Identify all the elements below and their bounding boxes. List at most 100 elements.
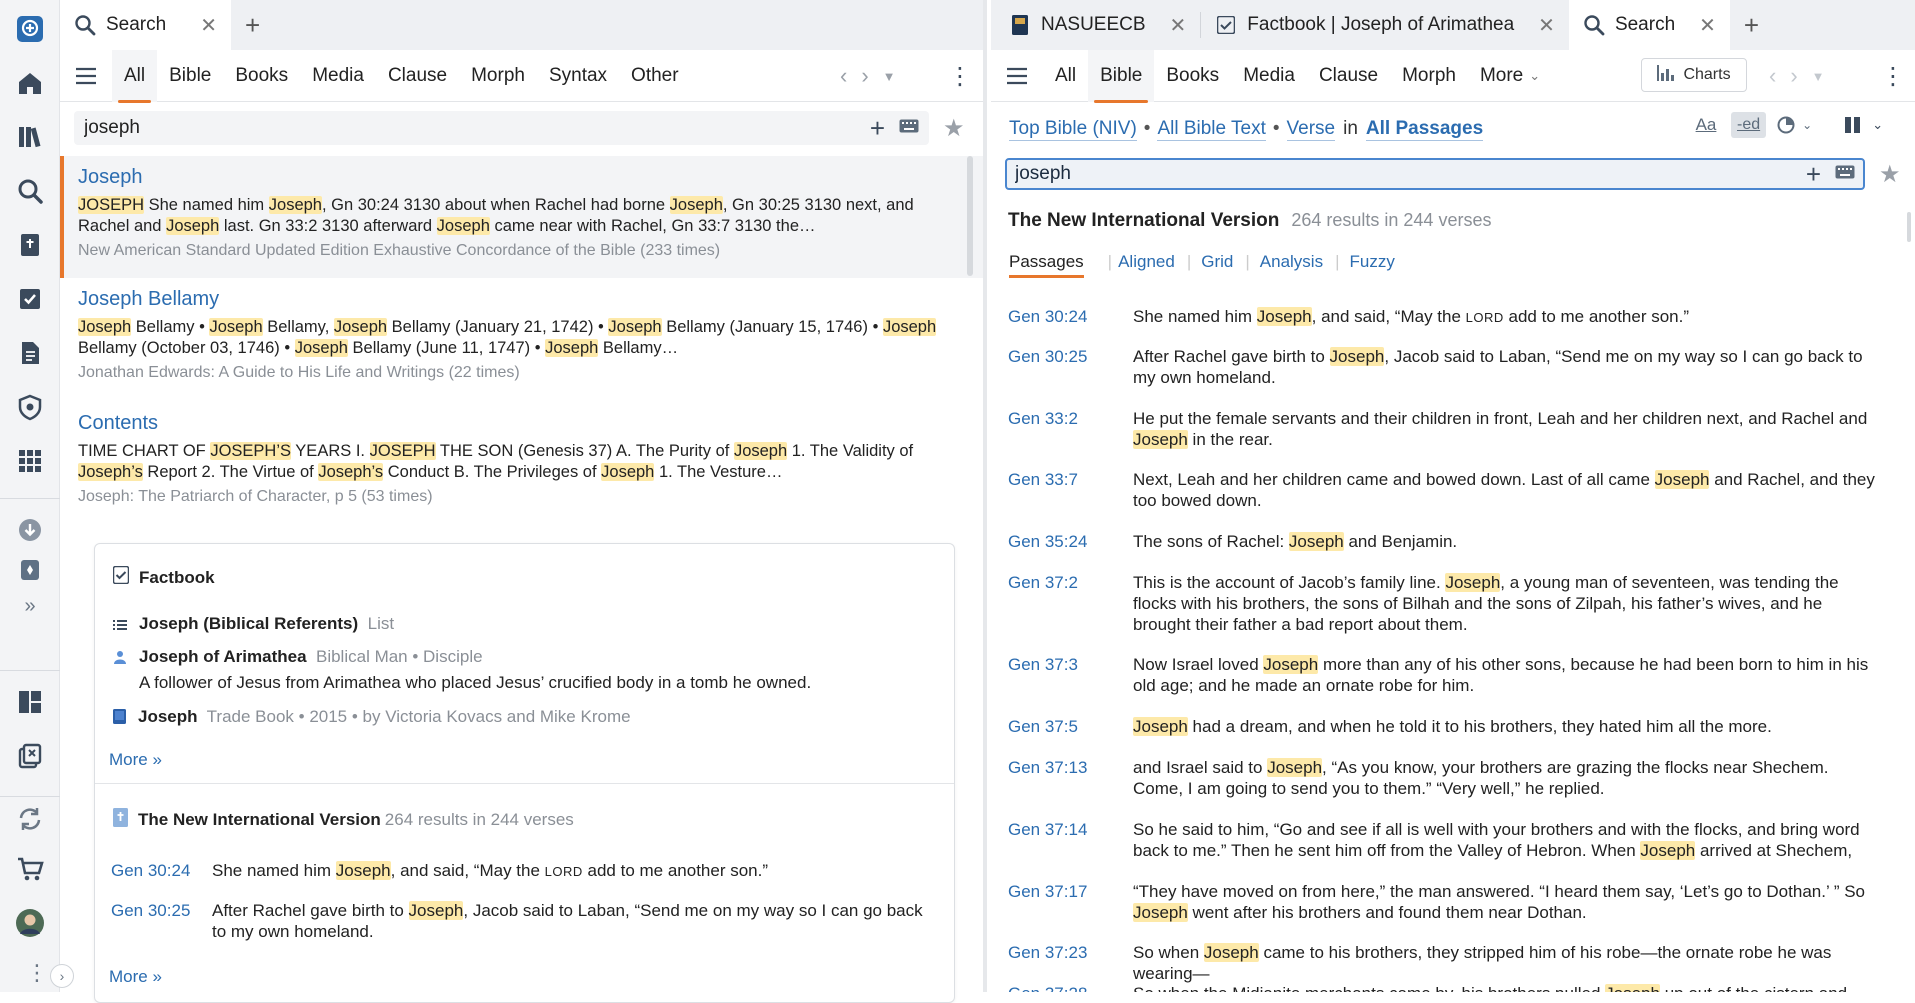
sync-icon[interactable]	[11, 800, 49, 838]
verse-reference[interactable]: Gen 37:13	[1008, 757, 1133, 799]
add-icon[interactable]: +	[870, 113, 885, 144]
close-icon[interactable]: ✕	[1170, 13, 1187, 38]
tab-other[interactable]: Other	[619, 50, 691, 102]
close-icon[interactable]: ✕	[200, 13, 217, 38]
verse-reference[interactable]: Gen 37:3	[1008, 654, 1133, 696]
expand-icon[interactable]: »	[11, 587, 49, 625]
cart-icon[interactable]	[11, 850, 49, 888]
map-shield-icon[interactable]	[11, 388, 49, 426]
tab-bible[interactable]: Bible	[1088, 49, 1155, 103]
tab-media[interactable]: Media	[300, 50, 376, 102]
verse-reference[interactable]: Gen 33:7	[1008, 469, 1133, 511]
passages-selector[interactable]: All Passages	[1365, 118, 1484, 141]
factbook-entry-title[interactable]: Joseph (Biblical Referents)	[139, 614, 358, 633]
niv-title[interactable]: The New International Version	[138, 810, 381, 830]
add-icon[interactable]: +	[1806, 159, 1821, 190]
tab-fuzzy[interactable]: Fuzzy	[1350, 252, 1395, 278]
search-result[interactable]: Joseph JOSEPH She named him Joseph, Gn 3…	[60, 156, 983, 278]
split-view-icon[interactable]: ⌄	[1844, 116, 1883, 134]
home-icon[interactable]	[11, 64, 49, 102]
result-title[interactable]: Contents	[78, 412, 967, 435]
back-arrow-icon[interactable]: ‹	[1769, 63, 1776, 89]
search-result[interactable]: Contents TIME CHART OF JOSEPH’S YEARS I.…	[60, 402, 983, 526]
factbook-more-link[interactable]: More »	[109, 750, 162, 770]
tab-more[interactable]: More ⌄	[1468, 50, 1552, 102]
result-title[interactable]: Joseph	[78, 166, 967, 189]
factbook-icon[interactable]	[11, 280, 49, 318]
verse-reference[interactable]: Gen 37:14	[1008, 819, 1133, 861]
bible-icon[interactable]	[11, 226, 49, 264]
verse-reference[interactable]: Gen 33:2	[1008, 408, 1133, 450]
verse-reference[interactable]: Gen 37:2	[1008, 572, 1133, 635]
star-icon[interactable]: ★	[943, 114, 965, 143]
factbook-entry-title[interactable]: Joseph of Arimathea	[139, 647, 307, 666]
search-icon[interactable]	[11, 172, 49, 210]
version-title[interactable]: The New International Version	[1008, 210, 1279, 232]
add-tab-button[interactable]: +	[1730, 0, 1773, 50]
search-result[interactable]: Joseph Bellamy Joseph Bellamy • Joseph B…	[60, 278, 983, 402]
sync-mode-icon[interactable]: ⌄	[1776, 115, 1812, 135]
tab-factbook[interactable]: Factbook | Joseph of Arimathea ✕	[1201, 0, 1569, 50]
tab-all[interactable]: All	[112, 49, 158, 103]
factbook-entry-title[interactable]: Joseph	[138, 707, 198, 726]
back-arrow-icon[interactable]: ‹	[840, 63, 847, 89]
charts-button[interactable]: Charts	[1641, 58, 1747, 92]
verse-reference[interactable]: Gen 30:24	[1008, 306, 1133, 328]
tab-morph[interactable]: Morph	[1390, 50, 1468, 102]
unit-selector[interactable]: Verse	[1286, 118, 1336, 141]
tab-search[interactable]: Search ✕	[60, 0, 231, 50]
keyboard-icon[interactable]	[899, 119, 919, 138]
forward-arrow-icon[interactable]: ›	[861, 63, 868, 89]
download-icon[interactable]	[11, 511, 49, 549]
verse-reference[interactable]: Gen 30:25	[111, 900, 212, 942]
scrollbar[interactable]	[967, 156, 973, 276]
verse-reference[interactable]: Gen 35:24	[1008, 531, 1133, 552]
verse-reference[interactable]: Gen 30:24	[111, 860, 212, 882]
tab-analysis[interactable]: Analysis	[1260, 252, 1323, 278]
panel-menu-icon[interactable]: ⋮	[948, 62, 972, 91]
tab-grid[interactable]: Grid	[1201, 252, 1233, 278]
library-icon[interactable]	[11, 118, 49, 156]
forward-arrow-icon[interactable]: ›	[1790, 63, 1797, 89]
verse-reference[interactable]: Gen 30:25	[1008, 346, 1133, 388]
tab-books[interactable]: Books	[1154, 50, 1231, 102]
tab-passages[interactable]: Passages	[1009, 252, 1084, 278]
tab-clause[interactable]: Clause	[1307, 50, 1390, 102]
niv-more-link[interactable]: More »	[109, 967, 162, 987]
tab-media[interactable]: Media	[1231, 50, 1307, 102]
history-dropdown-icon[interactable]: ▼	[1812, 69, 1825, 84]
tools-icon[interactable]	[11, 551, 49, 589]
layouts-icon[interactable]	[11, 683, 49, 721]
history-dropdown-icon[interactable]: ▼	[883, 69, 896, 84]
avatar[interactable]	[11, 904, 49, 942]
add-tab-button[interactable]: +	[231, 0, 274, 50]
tab-aligned[interactable]: Aligned	[1118, 252, 1175, 278]
tab-search[interactable]: Search ✕	[1568, 0, 1730, 50]
close-icon[interactable]: ✕	[1699, 13, 1716, 38]
tab-books[interactable]: Books	[223, 50, 300, 102]
verse-reference[interactable]: Gen 37:17	[1008, 881, 1133, 923]
hamburger-menu-icon[interactable]	[60, 67, 112, 85]
verse-reference[interactable]: Gen 37:23	[1008, 942, 1133, 984]
verse-reference[interactable]: Gen 37:5	[1008, 716, 1133, 737]
close-icon[interactable]: ✕	[1538, 13, 1555, 38]
tab-clause[interactable]: Clause	[376, 50, 459, 102]
star-icon[interactable]: ★	[1879, 160, 1901, 189]
tab-all[interactable]: All	[1043, 50, 1088, 102]
text-selector[interactable]: All Bible Text	[1157, 118, 1266, 141]
document-icon[interactable]	[11, 334, 49, 372]
clipboard-icon[interactable]	[11, 737, 49, 775]
hamburger-menu-icon[interactable]	[991, 67, 1043, 85]
rail-collapse-button[interactable]: ›	[50, 964, 74, 988]
scrollbar[interactable]	[1907, 212, 1911, 242]
match-case-icon[interactable]: Aa	[1691, 115, 1721, 135]
bible-selector[interactable]: Top Bible (NIV)	[1009, 118, 1137, 141]
search-input[interactable]	[1015, 163, 1806, 185]
tab-nasueecb[interactable]: NASUEECB ✕	[991, 0, 1200, 50]
keyboard-icon[interactable]	[1835, 165, 1855, 184]
tab-bible[interactable]: Bible	[157, 50, 223, 102]
panel-menu-icon[interactable]: ⋮	[1881, 62, 1905, 91]
apps-grid-icon[interactable]	[11, 442, 49, 480]
match-forms-icon[interactable]: -ed	[1731, 112, 1767, 138]
tab-morph[interactable]: Morph	[459, 50, 537, 102]
